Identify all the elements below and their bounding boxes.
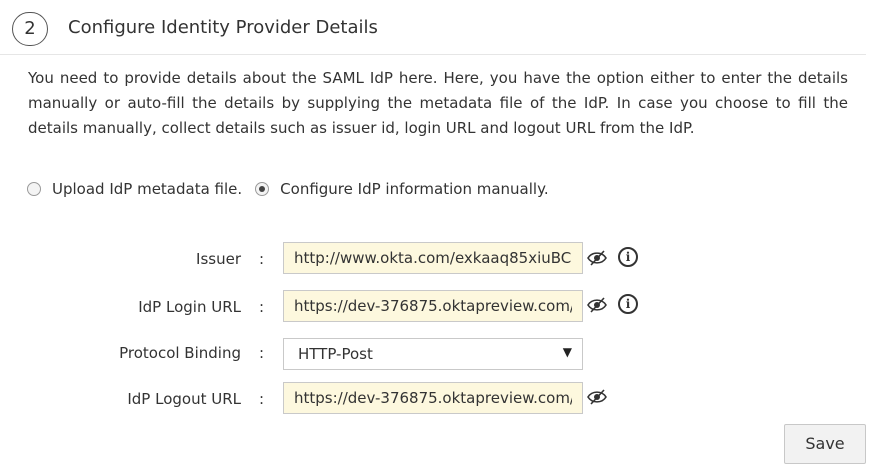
- step-number-badge: 2: [12, 12, 48, 46]
- eye-slash-icon[interactable]: [586, 387, 608, 407]
- dropdown-arrow-icon: ▼: [562, 345, 572, 359]
- configure-manually-radio[interactable]: [255, 182, 270, 196]
- step-title: Configure Identity Provider Details: [68, 17, 378, 38]
- issuer-input[interactable]: [283, 242, 583, 274]
- login-url-separator: :: [259, 298, 265, 316]
- configure-manually-label[interactable]: Configure IdP information manually.: [280, 180, 548, 198]
- protocol-binding-separator: :: [259, 344, 265, 362]
- eye-slash-icon[interactable]: [586, 295, 608, 315]
- logout-url-separator: :: [259, 390, 265, 408]
- issuer-separator: :: [259, 250, 265, 268]
- issuer-info-icon[interactable]: i: [618, 247, 638, 267]
- step-header: 2 Configure Identity Provider Details: [0, 0, 866, 55]
- upload-metadata-label[interactable]: Upload IdP metadata file.: [52, 180, 242, 198]
- login-url-info-icon[interactable]: i: [618, 294, 638, 314]
- upload-metadata-radio[interactable]: [27, 182, 41, 196]
- protocol-binding-label: Protocol Binding: [119, 344, 241, 362]
- description-text: You need to provide details about the SA…: [28, 69, 848, 137]
- idp-config-options: Upload IdP metadata file. Configure IdP …: [27, 178, 562, 200]
- eye-slash-icon[interactable]: [586, 248, 608, 268]
- protocol-binding-select[interactable]: HTTP-Post ▼: [283, 338, 583, 370]
- protocol-binding-value: HTTP-Post: [298, 345, 373, 363]
- logout-url-label: IdP Logout URL: [127, 390, 241, 408]
- login-url-input[interactable]: [283, 290, 583, 322]
- save-button[interactable]: Save: [784, 424, 866, 464]
- issuer-label: Issuer: [196, 250, 241, 268]
- login-url-label: IdP Login URL: [138, 298, 241, 316]
- logout-url-input[interactable]: [283, 382, 583, 414]
